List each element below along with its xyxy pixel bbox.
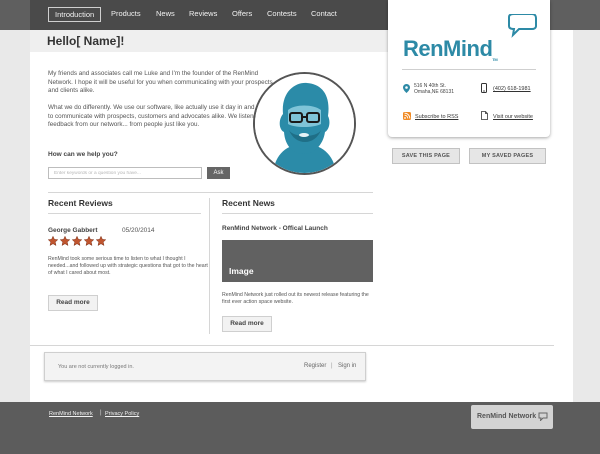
footer-brand-badge[interactable]: RenMind Network bbox=[471, 405, 553, 429]
logo-suffix: TM bbox=[492, 57, 498, 62]
star-icon bbox=[72, 236, 82, 246]
news-image-label: Image bbox=[229, 266, 254, 276]
nav-products[interactable]: Products bbox=[111, 9, 141, 18]
saved-pages-button[interactable]: MY SAVED PAGES bbox=[469, 148, 546, 164]
login-panel: You are not currently logged in. Registe… bbox=[44, 352, 366, 381]
nav-news[interactable]: News bbox=[156, 9, 175, 18]
visit-website-link[interactable]: Visit our website bbox=[493, 114, 533, 120]
speech-bubble-icon bbox=[508, 14, 537, 38]
star-icon bbox=[84, 236, 94, 246]
intro-paragraph-1: My friends and associates call me Luke a… bbox=[48, 70, 273, 95]
footer-badge-label: RenMind Network bbox=[477, 413, 537, 420]
card-divider bbox=[402, 69, 536, 70]
founder-avatar bbox=[253, 72, 356, 175]
news-title[interactable]: RenMind Network - Offical Launch bbox=[222, 225, 328, 232]
nav-offers[interactable]: Offers bbox=[232, 9, 252, 18]
footer: RenMind Network | Privacy Policy RenMind… bbox=[0, 402, 600, 454]
login-status: You are not currently logged in. bbox=[58, 364, 134, 370]
phone-number[interactable]: (402) 618-1981 bbox=[493, 86, 531, 92]
review-rating bbox=[48, 236, 106, 246]
review-date: 05/20/2014 bbox=[122, 227, 155, 234]
rss-icon bbox=[403, 112, 411, 120]
location-pin-icon bbox=[403, 84, 410, 93]
star-icon bbox=[60, 236, 70, 246]
intro-paragraph-2: What we do differently. We use our softw… bbox=[48, 104, 277, 129]
ask-button[interactable]: Ask bbox=[207, 167, 230, 179]
review-read-more-button[interactable]: Read more bbox=[48, 295, 98, 311]
company-card: RenMindTM 516 N 40th St. Omaha,NE 68131 … bbox=[388, 0, 550, 137]
login-separator: | bbox=[331, 363, 333, 369]
news-read-more-button[interactable]: Read more bbox=[222, 316, 272, 332]
main-nav: Introduction Products News Reviews Offer… bbox=[30, 0, 388, 30]
privacy-policy-link[interactable]: Privacy Policy bbox=[105, 411, 139, 417]
address: 516 N 40th St. Omaha,NE 68131 bbox=[414, 83, 454, 95]
register-link[interactable]: Register bbox=[304, 363, 326, 369]
column-divider bbox=[209, 198, 210, 334]
reviews-heading-rule bbox=[48, 213, 201, 214]
news-text: RenMind Network just rolled out its newe… bbox=[222, 292, 369, 305]
document-icon bbox=[481, 111, 488, 120]
section-divider bbox=[48, 192, 373, 193]
footer-brand-link[interactable]: RenMind Network bbox=[49, 411, 93, 417]
help-search-input[interactable] bbox=[48, 167, 202, 179]
reviews-heading: Recent Reviews bbox=[48, 198, 113, 208]
phone-icon bbox=[481, 83, 487, 93]
page-title: Hello[ Name]! bbox=[47, 34, 125, 48]
nav-contests[interactable]: Contests bbox=[267, 9, 297, 18]
nav-introduction[interactable]: Introduction bbox=[48, 7, 102, 22]
review-text: RenMind took some serious time to listen… bbox=[48, 256, 208, 276]
founder-portrait-icon bbox=[255, 74, 354, 173]
address-line-2: Omaha,NE 68131 bbox=[414, 89, 455, 95]
reviewer-name: George Gabbert bbox=[48, 227, 98, 234]
login-divider bbox=[30, 345, 554, 346]
nav-contact[interactable]: Contact bbox=[311, 9, 337, 18]
news-image[interactable]: Image bbox=[222, 240, 373, 282]
save-page-button[interactable]: SAVE THIS PAGE bbox=[392, 148, 460, 164]
speech-bubble-icon bbox=[538, 412, 548, 421]
footer-separator: | bbox=[100, 410, 102, 416]
news-heading-rule bbox=[222, 213, 373, 214]
star-icon bbox=[96, 236, 106, 246]
star-icon bbox=[48, 236, 58, 246]
help-label: How can we help you? bbox=[48, 151, 118, 158]
subscribe-rss-link[interactable]: Subscribe to RSS bbox=[415, 114, 458, 120]
news-heading: Recent News bbox=[222, 198, 275, 208]
nav-reviews[interactable]: Reviews bbox=[189, 9, 217, 18]
renmind-logo: RenMindTM bbox=[403, 36, 498, 62]
sign-in-link[interactable]: Sign in bbox=[338, 363, 356, 369]
logo-text: RenMind bbox=[403, 36, 493, 61]
